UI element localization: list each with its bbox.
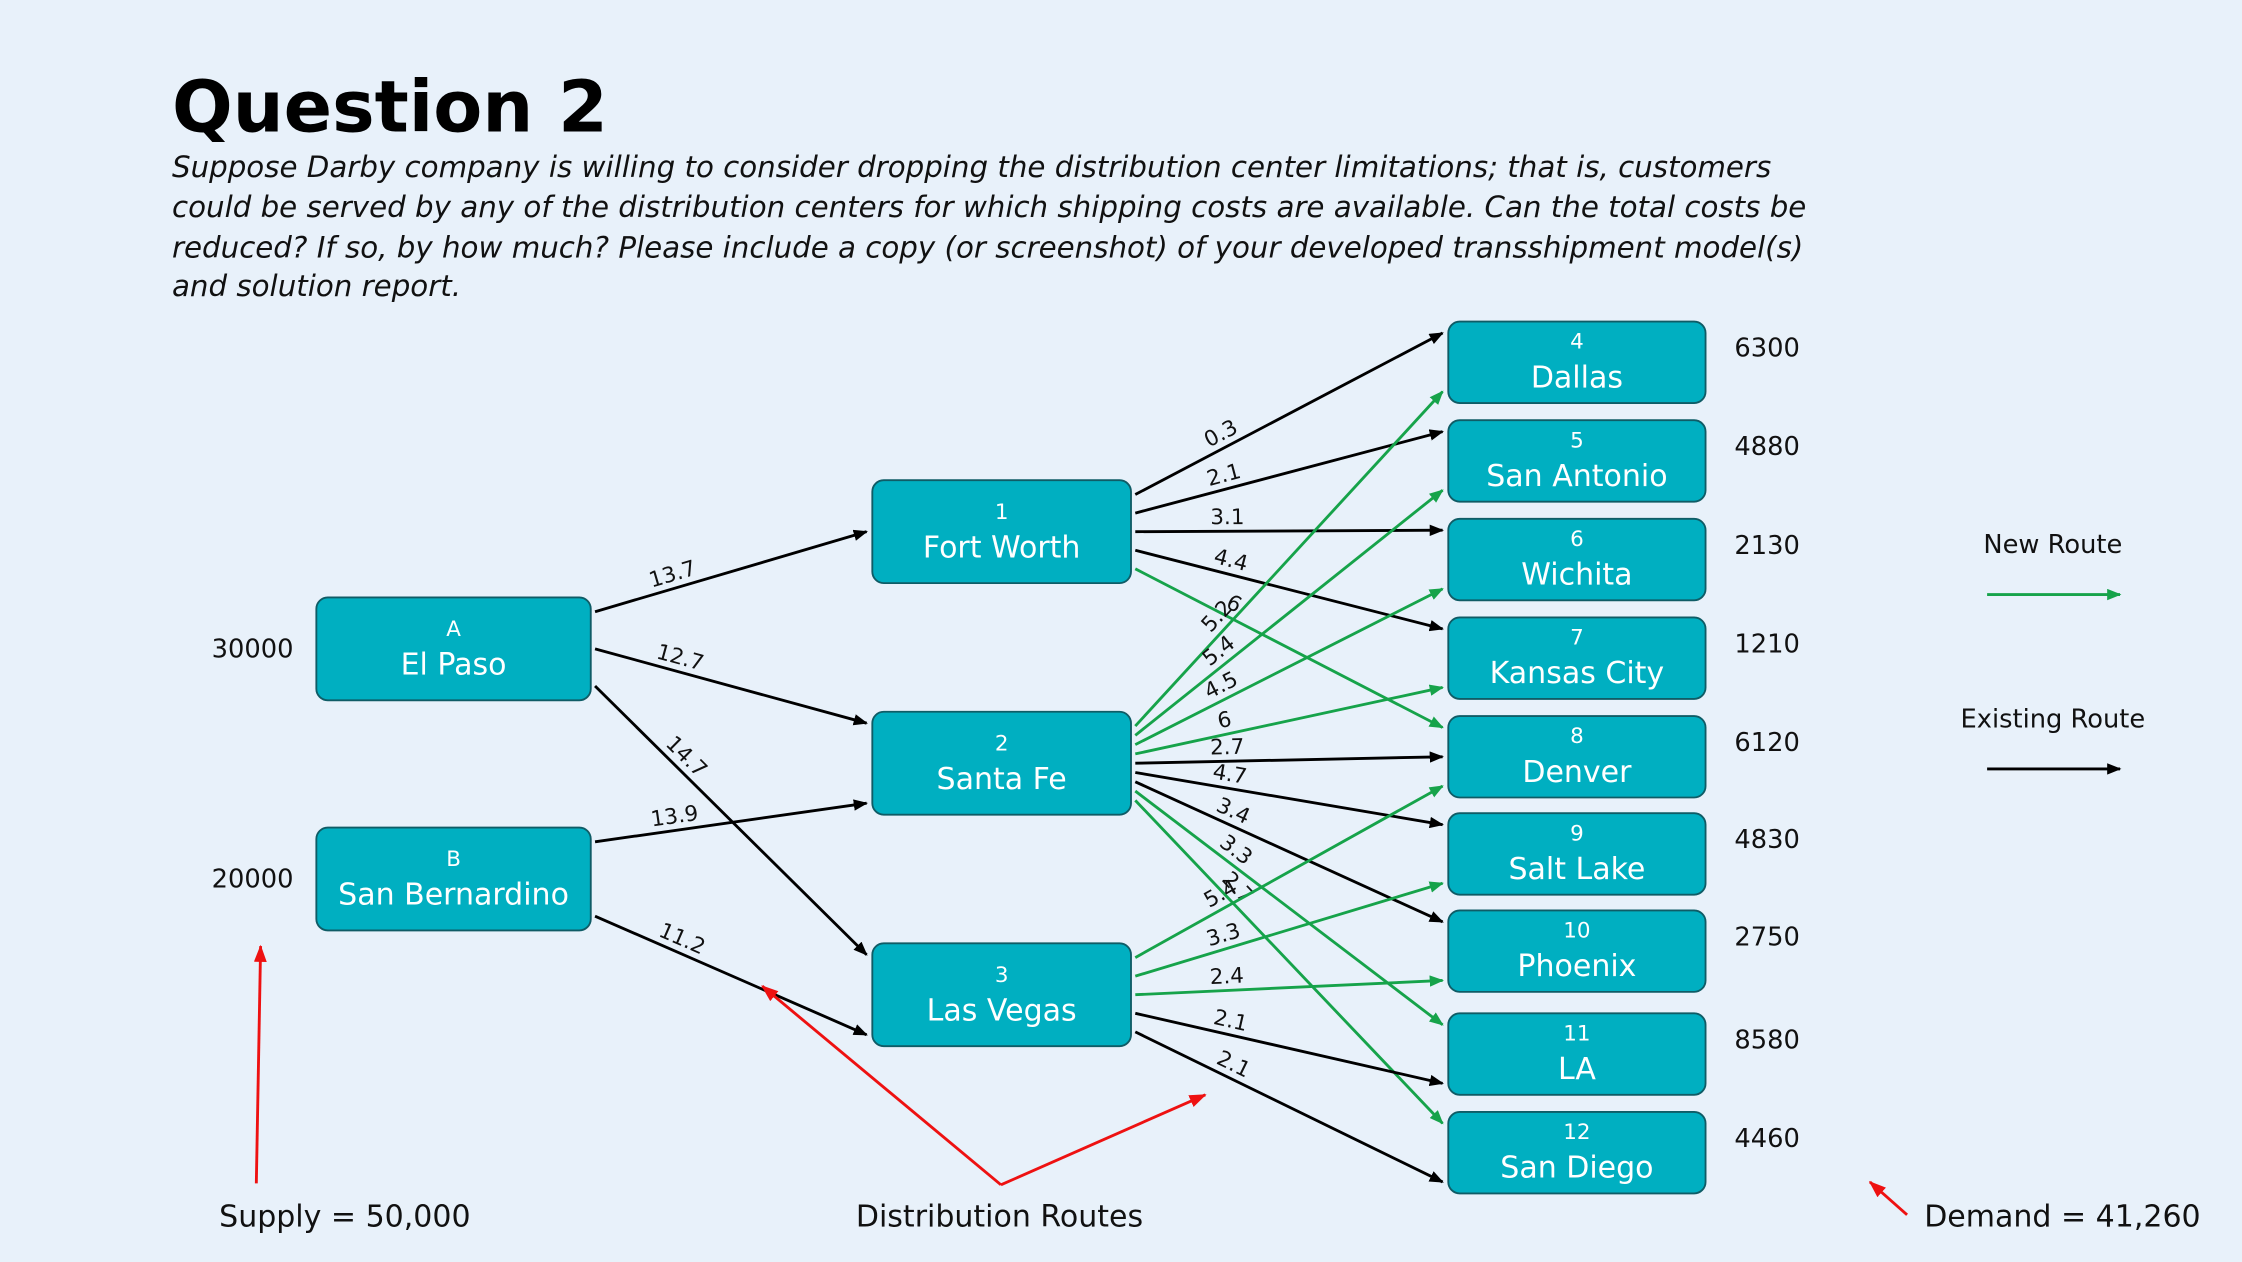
node-dallas: 4 Dallas: [1447, 320, 1707, 404]
node-id: B: [446, 847, 461, 872]
node-las-vegas: 3 Las Vegas: [871, 942, 1132, 1048]
node-salt-lake: 9 Salt Lake: [1447, 812, 1707, 896]
node-name: San Antonio: [1486, 459, 1667, 494]
node-name: Fort Worth: [923, 530, 1081, 565]
node-santa-fe: 2 Santa Fe: [871, 710, 1132, 816]
route-cost-label: 4.7: [1211, 760, 1249, 790]
node-fort-worth: 1 Fort Worth: [871, 479, 1132, 585]
node-name: San Bernardino: [338, 878, 569, 913]
node-id: A: [446, 617, 461, 642]
node-name: Wichita: [1521, 558, 1632, 593]
node-wichita: 6 Wichita: [1447, 517, 1707, 602]
distribution-routes-label: Distribution Routes: [856, 1199, 1143, 1234]
node-el-paso: A El Paso: [315, 596, 592, 702]
node-name: Salt Lake: [1508, 852, 1645, 887]
node-kansas-city: 7 Kansas City: [1447, 616, 1707, 700]
node-name: Denver: [1522, 755, 1632, 790]
demand-value: 4460: [1734, 1124, 1799, 1154]
demand-value: 4830: [1734, 825, 1799, 855]
demand-value: 2130: [1734, 531, 1799, 561]
demand-value: 8580: [1734, 1025, 1799, 1055]
node-id: 1: [995, 500, 1009, 525]
node-name: Kansas City: [1490, 656, 1665, 691]
node-id: 2: [995, 731, 1009, 756]
route-cost-label: 2.7: [1210, 735, 1245, 761]
node-id: 10: [1563, 919, 1590, 944]
transshipment-slide: Question 2 Suppose Darby company is will…: [0, 0, 2242, 1262]
demand-value: 4880: [1734, 432, 1799, 462]
demand-value: 1210: [1734, 629, 1799, 659]
node-san-bernardino: B San Bernardino: [315, 826, 592, 932]
node-name: Dallas: [1531, 360, 1623, 395]
demand-total: Demand = 41,260: [1924, 1199, 2200, 1234]
node-name: Santa Fe: [937, 762, 1067, 797]
node-denver: 8 Denver: [1447, 715, 1707, 799]
demand-value: 6120: [1734, 728, 1799, 758]
supply-value: 20000: [212, 865, 294, 895]
node-name: LA: [1558, 1052, 1596, 1087]
node-id: 4: [1570, 330, 1584, 355]
node-id: 3: [995, 963, 1009, 988]
node-id: 12: [1563, 1120, 1590, 1145]
node-name: Phoenix: [1517, 949, 1636, 984]
legend-new-route-label: New Route: [1983, 530, 2122, 560]
legend-existing-route-label: Existing Route: [1960, 704, 2145, 734]
demand-value: 2750: [1734, 922, 1799, 952]
route-cost-label: 2.4: [1209, 964, 1244, 991]
node-san-antonio: 5 San Antonio: [1447, 419, 1707, 503]
question-line: could be served by any of the distributi…: [172, 190, 1806, 224]
node-id: 7: [1570, 626, 1584, 651]
route-1-6: [1135, 524, 1445, 537]
supply-value: 30000: [212, 634, 294, 664]
node-id: 8: [1570, 724, 1584, 749]
route-cost-label: 3.1: [1210, 505, 1244, 530]
node-id: 11: [1563, 1021, 1590, 1046]
supply-total: Supply = 50,000: [219, 1199, 470, 1234]
node-phoenix: 10 Phoenix: [1447, 909, 1707, 993]
question-line: reduced? If so, by how much? Please incl…: [172, 230, 1803, 264]
node-san-diego: 12 San Diego: [1447, 1111, 1707, 1195]
node-name: El Paso: [401, 648, 507, 683]
node-id: 6: [1570, 527, 1584, 552]
demand-value: 6300: [1734, 334, 1799, 364]
node-name: San Diego: [1500, 1151, 1653, 1186]
page-title: Question 2: [172, 65, 608, 148]
node-id: 9: [1570, 821, 1584, 846]
question-line: and solution report.: [172, 269, 461, 303]
node-id: 5: [1570, 428, 1584, 453]
node-name: Las Vegas: [927, 993, 1077, 1028]
node-la: 11 LA: [1447, 1012, 1707, 1096]
question-line: Suppose Darby company is willing to cons…: [172, 150, 1771, 184]
